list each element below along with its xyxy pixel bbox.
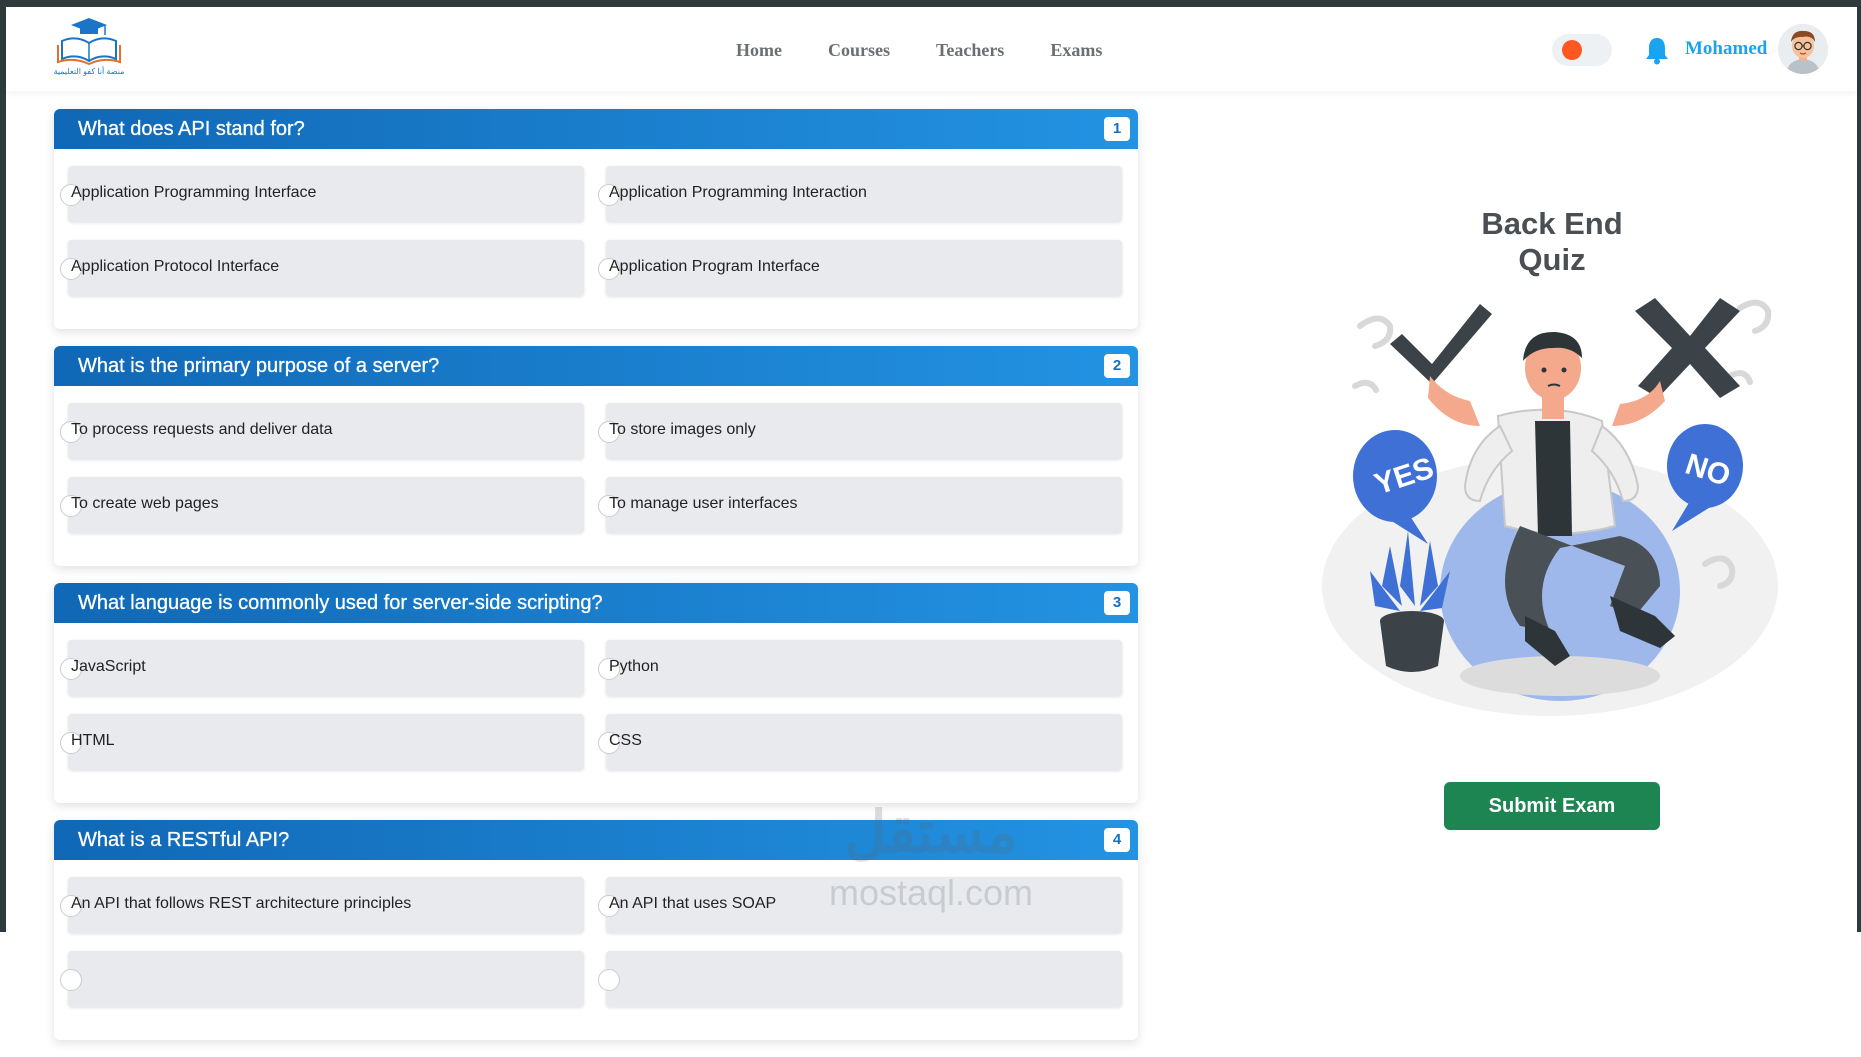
option-label: Application Programming Interaction	[609, 184, 867, 201]
submit-exam-button[interactable]: Submit Exam	[1444, 782, 1660, 830]
answer-option[interactable]	[598, 951, 1122, 1007]
question-title: What language is commonly used for serve…	[78, 592, 603, 614]
site-header: منصة أنا كفو التعليمية Home Courses Teac…	[6, 7, 1857, 91]
mostaql-watermark: مستقل mostaql.com	[816, 798, 1046, 913]
answer-option[interactable]: CSS	[598, 714, 1122, 770]
option-label: Python	[609, 658, 659, 675]
question-number-badge: 3	[1104, 591, 1130, 615]
question-card-1: What does API stand for? 1 Application P…	[54, 109, 1138, 329]
main-nav: Home Courses Teachers Exams	[736, 40, 1102, 61]
user-name[interactable]: Mohamed	[1685, 38, 1767, 60]
logo-text: منصة أنا كفو التعليمية	[53, 67, 125, 76]
question-card-3: What language is commonly used for serve…	[54, 583, 1138, 803]
question-number-badge: 4	[1104, 828, 1130, 852]
toggle-knob	[1562, 40, 1582, 60]
answer-option[interactable]: JavaScript	[60, 640, 584, 696]
answer-option[interactable]: To manage user interfaces	[598, 477, 1122, 533]
option-label: An API that follows REST architecture pr…	[71, 895, 412, 912]
question-card-2: What is the primary purpose of a server?…	[54, 346, 1138, 566]
option-label: Application Program Interface	[609, 258, 820, 275]
question-number-badge: 2	[1104, 354, 1130, 378]
window-top-border	[0, 0, 1861, 7]
question-header: What language is commonly used for serve…	[54, 583, 1138, 623]
radio-button[interactable]	[598, 969, 620, 991]
question-header: What is the primary purpose of a server?…	[54, 346, 1138, 386]
site-logo[interactable]: منصة أنا كفو التعليمية	[52, 15, 126, 81]
option-label: Application Protocol Interface	[71, 258, 280, 275]
answer-option[interactable]: Application Programming Interaction	[598, 166, 1122, 222]
answer-option[interactable]: Python	[598, 640, 1122, 696]
question-number-badge: 1	[1104, 117, 1130, 141]
notification-bell-icon[interactable]	[1644, 35, 1670, 65]
option-label: To manage user interfaces	[609, 495, 798, 512]
answer-options: To process requests and deliver data To …	[60, 403, 1122, 533]
answer-option[interactable]: Application Programming Interface	[60, 166, 584, 222]
question-title: What does API stand for?	[78, 118, 305, 140]
answer-options: JavaScript Python HTML CSS	[60, 640, 1122, 770]
nav-exams[interactable]: Exams	[1050, 40, 1102, 61]
option-label: Application Programming Interface	[71, 184, 317, 201]
quiz-questions: What does API stand for? 1 Application P…	[54, 109, 1138, 1057]
option-label: To store images only	[609, 421, 756, 438]
option-label: CSS	[609, 732, 642, 749]
answer-option[interactable]: To store images only	[598, 403, 1122, 459]
answer-options: Application Programming Interface Applic…	[60, 166, 1122, 296]
answer-option[interactable]: To create web pages	[60, 477, 584, 533]
nav-courses[interactable]: Courses	[828, 40, 890, 61]
quiz-title: Back End Quiz	[1481, 206, 1623, 277]
answer-option[interactable]: HTML	[60, 714, 584, 770]
window-left-border	[0, 7, 6, 932]
nav-teachers[interactable]: Teachers	[936, 40, 1004, 61]
option-label: To create web pages	[71, 495, 219, 512]
option-label: HTML	[71, 732, 115, 749]
graduation-book-icon	[57, 18, 121, 66]
answer-option[interactable]: An API that follows REST architecture pr…	[60, 877, 584, 933]
quiz-illustration: YES NO	[1320, 286, 1780, 736]
radio-button[interactable]	[60, 969, 82, 991]
window-right-border	[1857, 7, 1861, 932]
watermark-latin: mostaql.com	[828, 872, 1034, 913]
answer-option[interactable]: Application Program Interface	[598, 240, 1122, 296]
theme-toggle[interactable]	[1552, 34, 1612, 66]
watermark-arabic: مستقل	[844, 800, 1018, 865]
question-title: What is the primary purpose of a server?	[78, 355, 440, 377]
answer-option[interactable]: Application Protocol Interface	[60, 240, 584, 296]
answer-option[interactable]	[60, 951, 584, 1007]
user-avatar[interactable]	[1778, 24, 1828, 74]
option-label: JavaScript	[71, 658, 146, 675]
question-title: What is a RESTful API?	[78, 829, 290, 851]
nav-home[interactable]: Home	[736, 40, 782, 61]
answer-option[interactable]: To process requests and deliver data	[60, 403, 584, 459]
option-label: To process requests and deliver data	[71, 421, 333, 438]
option-label: An API that uses SOAP	[609, 895, 777, 912]
question-header: What does API stand for? 1	[54, 109, 1138, 149]
